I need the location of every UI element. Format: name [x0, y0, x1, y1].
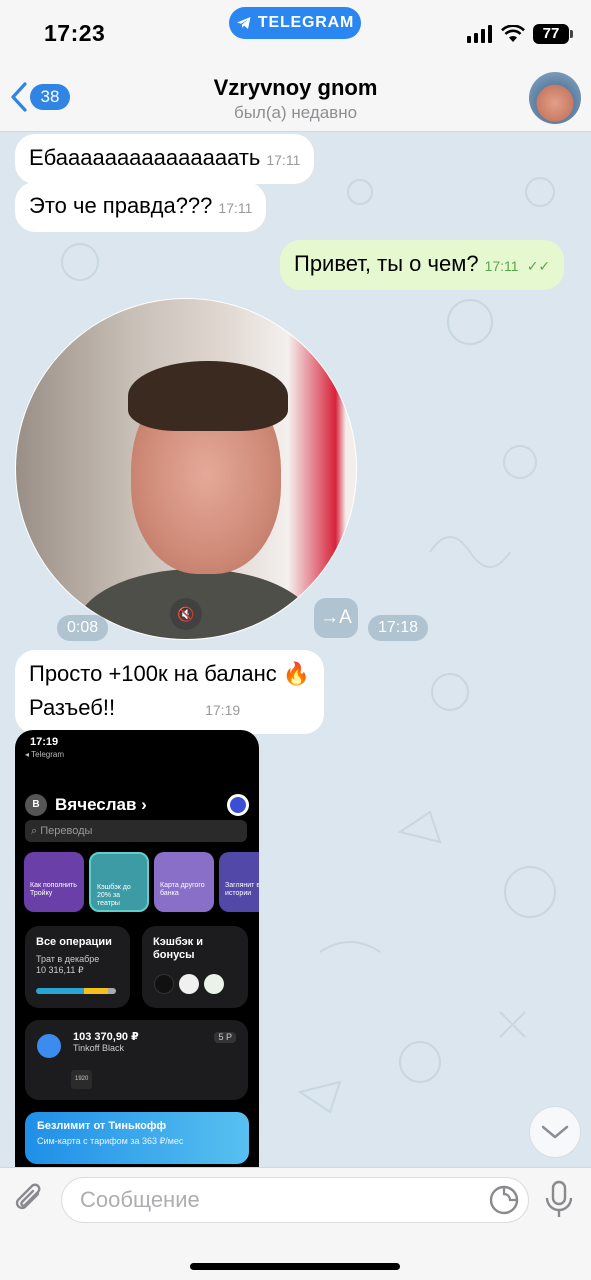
telegram-pill[interactable]: TELEGRAM — [229, 7, 361, 39]
transcribe-button[interactable]: →A — [314, 598, 358, 638]
message-time: 17:11 — [218, 200, 253, 216]
video-message[interactable] — [15, 298, 357, 640]
photo-back-label: ◂ Telegram — [25, 750, 64, 759]
photo-story: Карта другого банка — [154, 852, 214, 912]
message-list[interactable]: Ебааааааааааааааать 17:11 Это че правда??… — [0, 132, 591, 1167]
status-bar: 17:23 TELEGRAM 77 — [0, 0, 591, 58]
read-checkmarks-icon: ✓✓ — [526, 258, 551, 274]
photo-story: Заглянит в истории — [219, 852, 259, 912]
video-duration: 0:08 — [57, 615, 109, 641]
voice-record-button[interactable] — [544, 1180, 574, 1225]
photo-account-card: 103 370,90 ₽ Tinkoff Black 5 P 1920 — [25, 1020, 248, 1100]
photo-profile-ring-icon — [227, 794, 249, 816]
cellular-signal-icon — [467, 25, 492, 43]
last-seen-status: был(а) недавно — [233, 103, 358, 122]
photo-status-time: 17:19 — [30, 736, 59, 748]
message-text: Это че правда??? — [29, 193, 213, 218]
photo-user-name: Вячеслав › — [55, 795, 147, 814]
photo-message[interactable]: 17:19 ◂ Telegram В Вячеслав › ⌕ Переводы… — [15, 730, 259, 1167]
photo-promo-banner: Безлимит от Тинькофф Сим-карта с тарифом… — [25, 1112, 249, 1164]
message-text-line2: Разъеб!! — [29, 695, 116, 720]
sticker-icon — [489, 1185, 519, 1215]
photo-story: Как пополнить Тройку — [24, 852, 84, 912]
message-time: 17:19 — [205, 702, 241, 718]
message-time: 17:11 — [484, 258, 519, 274]
paperclip-icon — [15, 1183, 41, 1210]
photo-user: В Вячеслав › — [25, 794, 147, 816]
message-bubble-outgoing[interactable]: Привет, ты о чем? 17:11 ✓✓ — [280, 240, 565, 290]
scroll-to-bottom-button[interactable] — [529, 1106, 581, 1158]
photo-user-avatar: В — [25, 794, 47, 816]
message-text: Ебааааааааааааааать — [29, 145, 261, 170]
telegram-pill-label: TELEGRAM — [257, 14, 355, 31]
telegram-icon — [236, 17, 251, 29]
wifi-icon — [501, 25, 525, 42]
mute-icon[interactable]: 🔇 — [170, 598, 202, 630]
photo-search-field: ⌕ Переводы — [25, 820, 247, 842]
attach-button[interactable] — [14, 1182, 46, 1221]
clock: 17:23 — [44, 20, 106, 46]
message-composer: Сообщение — [0, 1167, 591, 1280]
video-time: 17:18 — [368, 615, 429, 641]
photo-cashback-card: Кэшбэк и бонусы — [142, 926, 248, 1008]
microphone-icon — [545, 1180, 573, 1217]
message-bubble-incoming[interactable]: Ебааааааааааааааать 17:11 — [15, 134, 315, 184]
home-indicator — [190, 1263, 400, 1270]
contact-avatar[interactable] — [529, 72, 581, 124]
message-bubble-incoming[interactable]: Просто +100к на баланс 🔥 Разъеб!! 17:19 — [15, 650, 325, 734]
message-bubble-incoming[interactable]: Это че правда??? 17:11 — [15, 182, 267, 232]
message-input[interactable]: Сообщение — [61, 1177, 529, 1223]
photo-story: Кэшбэк до 20% за театры — [89, 852, 149, 912]
chat-title[interactable]: Vzryvnoy gnom — [0, 75, 591, 101]
sticker-button[interactable] — [488, 1184, 520, 1221]
message-text-line1: Просто +100к на баланс 🔥 — [29, 661, 311, 686]
photo-operations-card: Все операции Трат в декабре 10 316,11 ₽ — [25, 926, 130, 1008]
system-icons: 77 — [467, 24, 573, 44]
video-subject-hair — [128, 361, 288, 431]
photo-stories: Как пополнить Тройку Кэшбэк до 20% за те… — [24, 852, 259, 912]
chevron-down-icon — [541, 1125, 569, 1139]
chat-header: 38 Vzryvnoy gnom был(а) недавно — [0, 58, 591, 132]
message-text: Привет, ты о чем? — [294, 251, 479, 276]
message-time: 17:11 — [266, 152, 301, 168]
battery-icon: 77 — [533, 24, 573, 44]
